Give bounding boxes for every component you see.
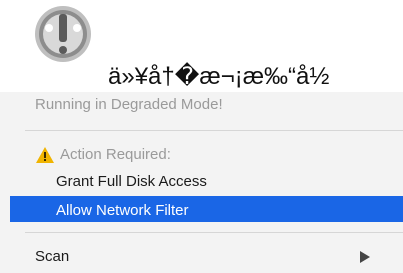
degraded-mode-label: Running in Degraded Mode! <box>35 96 223 113</box>
menu-item-scan[interactable]: Scan <box>35 248 403 265</box>
garbled-title-text: ä»¥å†�æ¬¡æ‰“å½ <box>108 63 330 90</box>
allow-network-filter-label: Allow Network Filter <box>56 202 189 219</box>
menu-item-degraded-mode: Running in Degraded Mode! <box>35 96 403 113</box>
menu-separator <box>25 130 403 131</box>
scan-label: Scan <box>35 248 70 265</box>
warning-icon <box>36 147 54 163</box>
submenu-arrow-icon <box>360 250 370 263</box>
top-area: ä»¥å†�æ¬¡æ‰“å½ <box>0 0 403 92</box>
menu-separator <box>25 232 403 233</box>
allow-network-filter-label-wrap: Allow Network Filter <box>56 202 403 219</box>
lulu-app-icon <box>33 4 93 64</box>
menu-item-grant-full-disk-access[interactable]: Grant Full Disk Access <box>56 173 403 190</box>
menu-item-action-required: Action Required: <box>60 146 403 163</box>
grant-full-disk-access-label: Grant Full Disk Access <box>56 173 207 190</box>
action-required-label: Action Required: <box>60 146 171 163</box>
